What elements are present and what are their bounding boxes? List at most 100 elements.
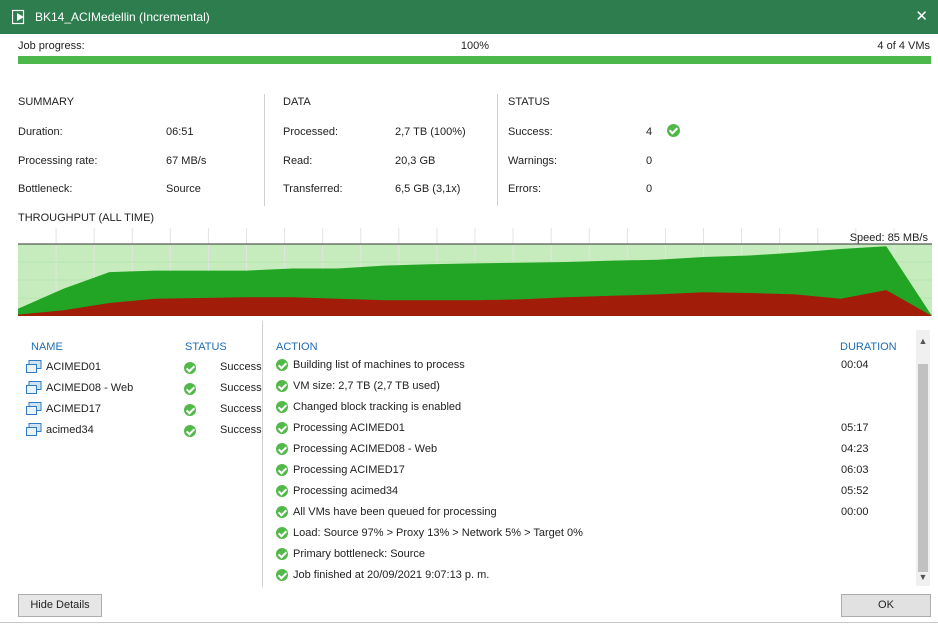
throughput-title: THROUGHPUT (ALL TIME) xyxy=(18,212,155,224)
job-icon xyxy=(12,9,25,25)
action-duration: 04:23 xyxy=(841,443,869,455)
vm-row[interactable]: ACIMED17 Success xyxy=(18,401,262,419)
action-row: Building list of machines to process 00:0… xyxy=(276,356,906,376)
divider xyxy=(264,94,265,206)
job-progress-fill xyxy=(18,56,931,64)
warnings-label: Warnings: xyxy=(508,155,558,167)
action-row: Primary bottleneck: Source xyxy=(276,545,906,565)
success-check-icon xyxy=(276,485,288,497)
action-text: All VMs have been queued for processing xyxy=(293,506,497,518)
read-label: Read: xyxy=(283,155,313,167)
action-text: Processing acimed34 xyxy=(293,485,399,497)
throughput-chart: Speed: 85 MB/s xyxy=(18,228,932,316)
job-progress-vm-count: 4 of 4 VMs xyxy=(877,40,930,52)
action-text: Processing ACIMED08 - Web xyxy=(293,443,438,455)
data-heading: DATA xyxy=(283,96,311,108)
vm-icon xyxy=(26,402,42,415)
name-column-header[interactable]: NAME xyxy=(31,341,63,353)
divider xyxy=(497,94,498,206)
status-column-header[interactable]: STATUS xyxy=(185,341,227,353)
vm-icon xyxy=(26,381,42,394)
action-text: Processing ACIMED17 xyxy=(293,464,405,476)
processed-value: 2,7 TB (100%) xyxy=(395,126,466,138)
vm-status: Success xyxy=(220,382,262,394)
window-title: BK14_ACIMedellin (Incremental) xyxy=(35,10,210,24)
success-label: Success: xyxy=(508,126,553,138)
action-text: Load: Source 97% > Proxy 13% > Network 5… xyxy=(293,527,583,539)
action-text: VM size: 2,7 TB (2,7 TB used) xyxy=(293,380,440,392)
summary-heading: SUMMARY xyxy=(18,96,75,108)
duration-column-header[interactable]: DURATION xyxy=(840,341,897,353)
action-row: Processing ACIMED17 06:03 xyxy=(276,461,906,481)
job-progress-row: Job progress: 100% 4 of 4 VMs xyxy=(18,38,932,54)
scrollbar-thumb[interactable] xyxy=(918,364,928,572)
success-check-icon xyxy=(276,464,288,476)
success-check-icon xyxy=(276,443,288,455)
action-duration: 00:04 xyxy=(841,359,869,371)
success-value: 4 xyxy=(646,126,653,138)
ok-button[interactable]: OK xyxy=(841,594,931,617)
success-check-icon xyxy=(276,569,288,581)
errors-label: Errors: xyxy=(508,183,541,195)
action-text: Primary bottleneck: Source xyxy=(293,548,426,560)
speed-label: Speed: 85 MB/s xyxy=(850,232,929,244)
warnings-value: 0 xyxy=(646,155,653,167)
action-column-header[interactable]: ACTION xyxy=(276,341,318,353)
close-icon[interactable]: ✕ xyxy=(915,7,928,25)
success-check-icon xyxy=(184,362,196,374)
vm-row[interactable]: ACIMED08 - Web Success xyxy=(18,380,262,398)
action-row: Changed block tracking is enabled xyxy=(276,398,906,418)
bottleneck-label: Bottleneck: xyxy=(18,183,73,195)
success-check-icon xyxy=(184,404,196,416)
title-bar: BK14_ACIMedellin (Incremental) ✕ xyxy=(0,0,938,34)
duration-value: 06:51 xyxy=(166,126,194,138)
action-row: Processing ACIMED01 05:17 xyxy=(276,419,906,439)
success-check-icon xyxy=(276,422,288,434)
success-check-icon xyxy=(276,401,288,413)
action-duration: 06:03 xyxy=(841,464,869,476)
job-progress-percent: 100% xyxy=(460,40,490,52)
errors-value: 0 xyxy=(646,183,653,195)
action-row: Processing ACIMED08 - Web 04:23 xyxy=(276,440,906,460)
transferred-label: Transferred: xyxy=(283,183,343,195)
vm-status: Success xyxy=(220,424,262,436)
action-list-scrollbar[interactable]: ▲ ▼ xyxy=(916,330,930,586)
action-duration: 05:52 xyxy=(841,485,869,497)
job-progress-bar xyxy=(18,56,931,64)
action-row: All VMs have been queued for processing 0… xyxy=(276,503,906,523)
duration-label: Duration: xyxy=(18,126,63,138)
action-text: Changed block tracking is enabled xyxy=(293,401,462,413)
action-text: Job finished at 20/09/2021 9:07:13 p. m. xyxy=(293,569,490,581)
success-check-icon xyxy=(667,124,680,137)
success-check-icon xyxy=(276,380,288,392)
vm-status: Success xyxy=(220,361,262,373)
action-row: Job finished at 20/09/2021 9:07:13 p. m. xyxy=(276,566,906,586)
success-check-icon xyxy=(184,383,196,395)
vm-name: ACIMED17 xyxy=(46,403,102,415)
action-row: Load: Source 97% > Proxy 13% > Network 5… xyxy=(276,524,906,544)
vm-name: ACIMED08 - Web xyxy=(46,382,134,394)
success-check-icon xyxy=(276,506,288,518)
success-check-icon xyxy=(184,425,196,437)
action-row: Processing acimed34 05:52 xyxy=(276,482,906,502)
vm-icon xyxy=(26,360,42,373)
success-check-icon xyxy=(276,359,288,371)
transferred-value: 6,5 GB (3,1x) xyxy=(395,183,461,195)
vm-status: Success xyxy=(220,403,262,415)
hide-details-button[interactable]: Hide Details xyxy=(18,594,102,617)
panel-divider xyxy=(262,321,263,587)
processing-rate-label: Processing rate: xyxy=(18,155,98,167)
processed-label: Processed: xyxy=(283,126,339,138)
scroll-up-icon[interactable]: ▲ xyxy=(916,334,930,348)
action-text: Processing ACIMED01 xyxy=(293,422,405,434)
vm-row[interactable]: acimed34 Success xyxy=(18,422,262,440)
scroll-down-icon[interactable]: ▼ xyxy=(916,570,930,584)
action-text: Building list of machines to process xyxy=(293,359,465,371)
status-heading: STATUS xyxy=(508,96,550,108)
vm-row[interactable]: ACIMED01 Success xyxy=(18,359,262,377)
bottleneck-value: Source xyxy=(166,183,201,195)
action-duration: 00:00 xyxy=(841,506,869,518)
read-value: 20,3 GB xyxy=(395,155,436,167)
vm-name: acimed34 xyxy=(46,424,94,436)
vm-icon xyxy=(26,423,42,436)
